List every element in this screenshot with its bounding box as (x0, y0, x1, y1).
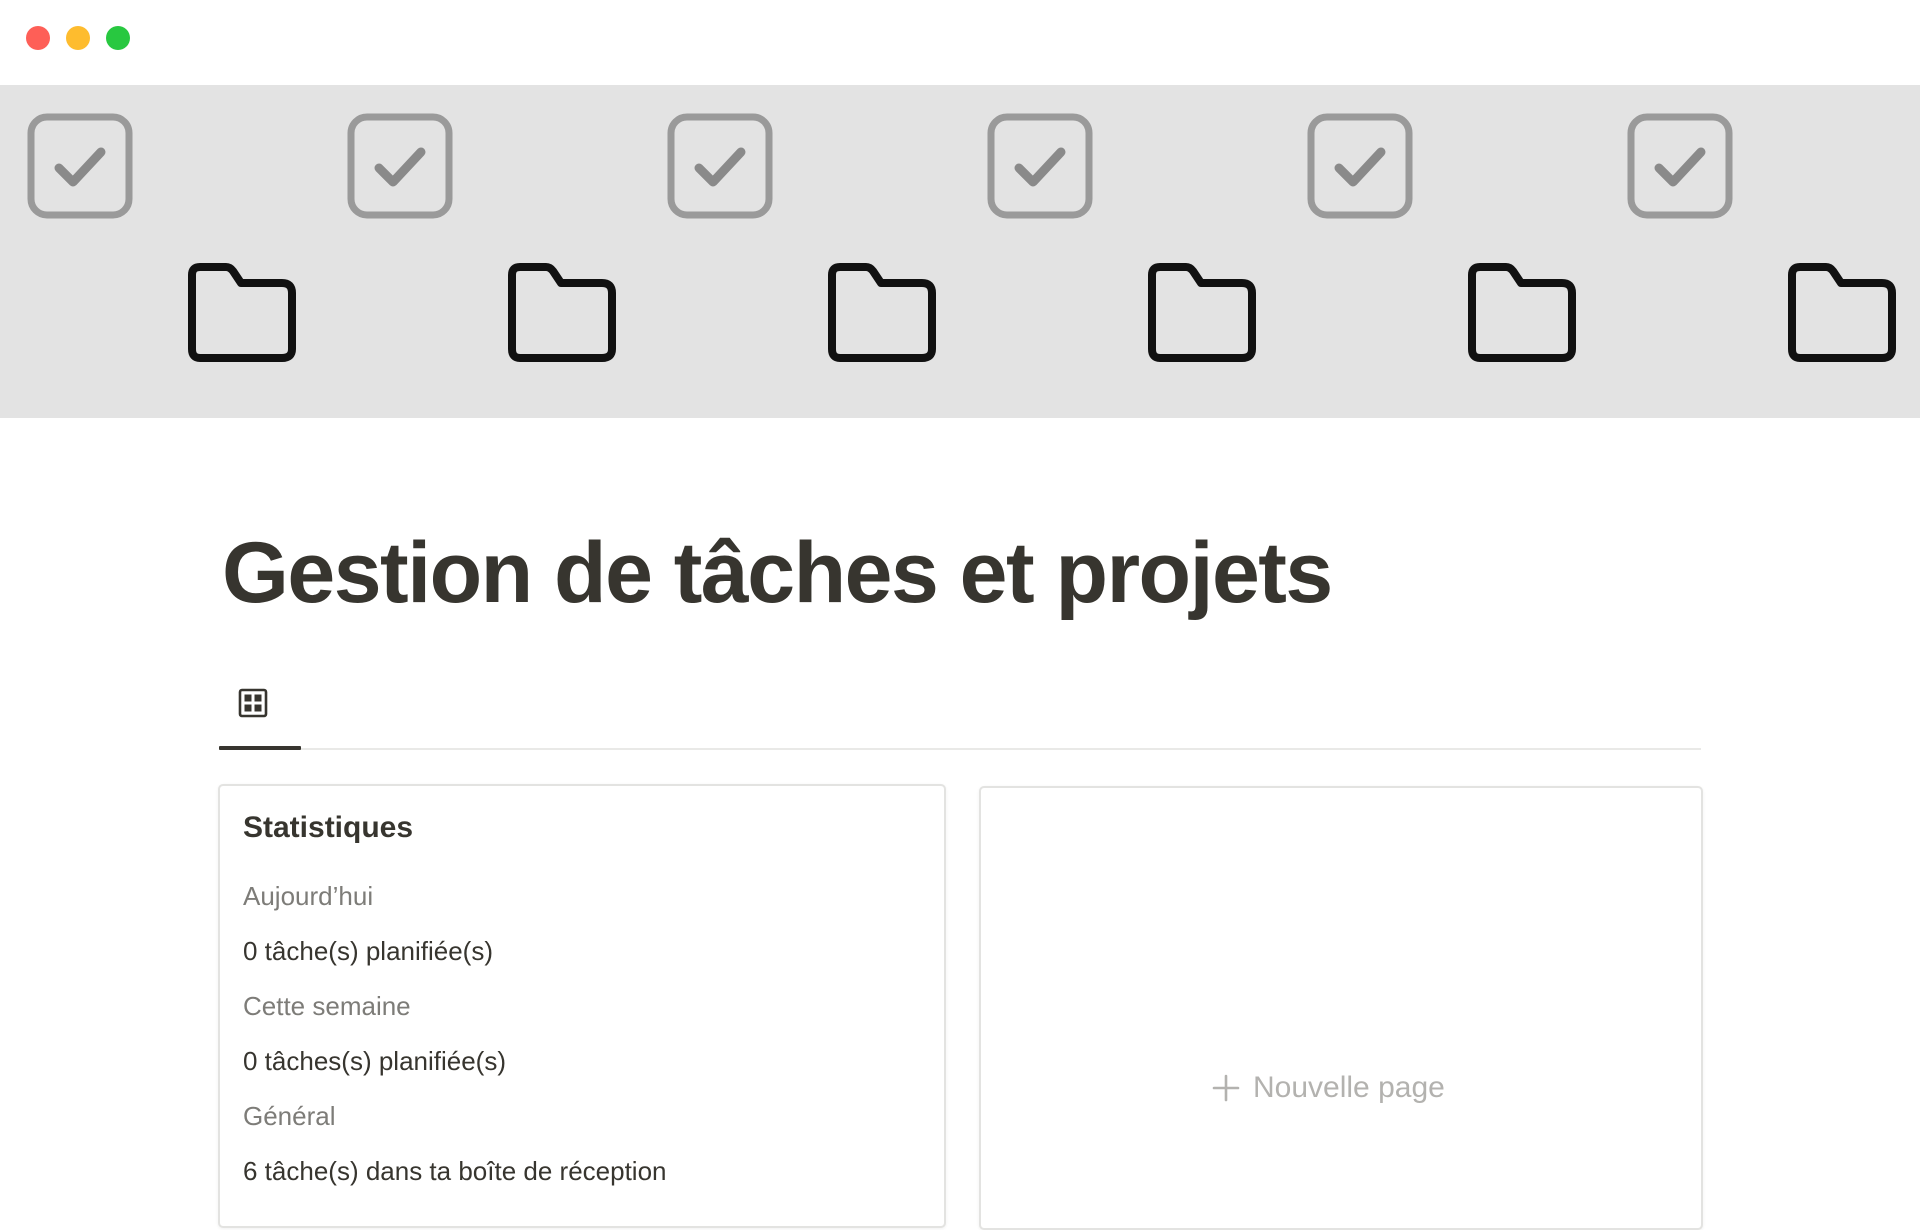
checkbox-icon (347, 113, 453, 219)
stat-value-today: 0 tâche(s) planifiée(s) (243, 936, 493, 966)
new-page-button[interactable]: Nouvelle page (1211, 1071, 1445, 1105)
stat-label-week: Cette semaine (243, 991, 411, 1021)
new-page-label: Nouvelle page (1253, 1071, 1445, 1104)
page-cover[interactable] (0, 85, 1920, 418)
folder-icon (1148, 263, 1256, 362)
window-titlebar (0, 0, 1920, 85)
new-page-card: Nouvelle page (979, 786, 1703, 1230)
active-tab-indicator (219, 746, 301, 750)
plus-icon (1212, 1074, 1240, 1102)
checkbox-icon (1627, 113, 1733, 219)
window-minimize-button[interactable] (66, 26, 90, 50)
gallery-grid-icon (238, 688, 268, 718)
view-tabs (219, 676, 1701, 750)
stat-label-today: Aujourd’hui (243, 881, 374, 911)
folder-icon (508, 263, 616, 362)
checkbox-icon (27, 113, 133, 219)
stats-heading: Statistiques (243, 811, 414, 844)
checkbox-icon (987, 113, 1093, 219)
checkbox-icon (1307, 113, 1413, 219)
page-title[interactable]: Gestion de tâches et projets (222, 530, 1333, 616)
stat-value-general: 6 tâche(s) dans ta boîte de réception (243, 1156, 667, 1186)
checkbox-icon (667, 113, 773, 219)
statistics-card[interactable]: Statistiques Aujourd’hui 0 tâche(s) plan… (218, 784, 946, 1228)
window-maximize-button[interactable] (106, 26, 130, 50)
folder-icon (1788, 263, 1896, 362)
stat-label-general: Général (243, 1101, 336, 1131)
folder-icon (1468, 263, 1576, 362)
folder-icon (828, 263, 936, 362)
folder-icon (188, 263, 296, 362)
tab-gallery-view[interactable] (219, 676, 301, 750)
stat-value-week: 0 tâches(s) planifiée(s) (243, 1046, 506, 1076)
window-close-button[interactable] (26, 26, 50, 50)
